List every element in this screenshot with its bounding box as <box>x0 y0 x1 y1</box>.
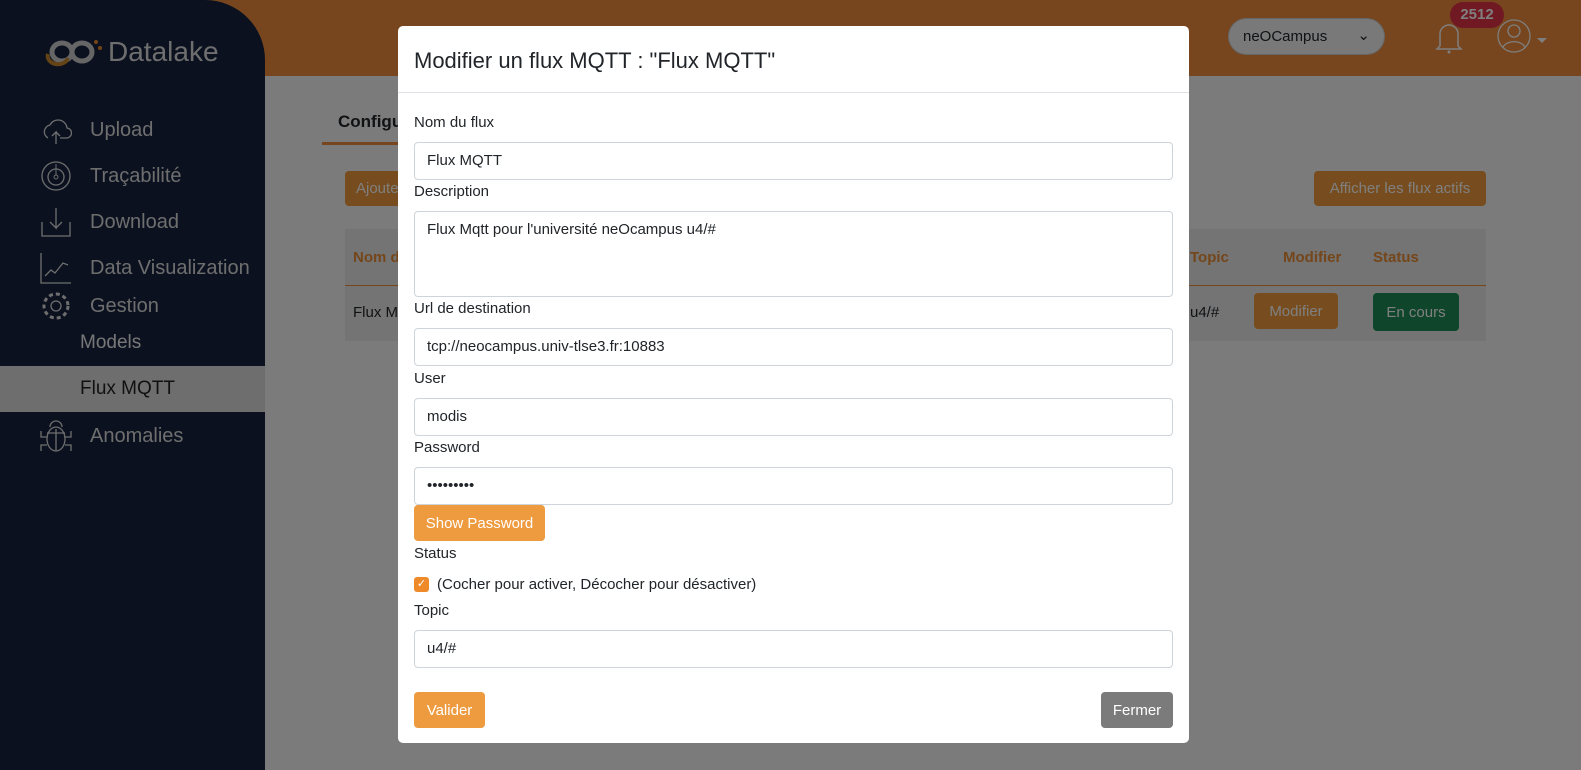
user-label: User <box>414 370 446 387</box>
modal-title: Modifier un flux MQTT : "Flux MQTT" <box>398 26 1189 93</box>
url-label: Url de destination <box>414 300 531 317</box>
submit-button[interactable]: Valider <box>414 692 485 728</box>
close-button[interactable]: Fermer <box>1101 692 1173 728</box>
topic-input[interactable]: u4/# <box>414 630 1173 668</box>
user-input[interactable]: modis <box>414 398 1173 436</box>
name-input[interactable]: Flux MQTT <box>414 142 1173 180</box>
password-label: Password <box>414 439 480 456</box>
topic-label: Topic <box>414 602 450 619</box>
status-checkbox[interactable]: ✓ <box>414 577 429 592</box>
url-input[interactable]: tcp://neocampus.univ-tlse3.fr:10883 <box>414 328 1173 366</box>
name-label: Nom du flux <box>414 114 495 131</box>
description-textarea[interactable]: Flux Mqtt pour l'université neOcampus u4… <box>414 211 1173 297</box>
status-label: Status <box>414 545 457 562</box>
description-label: Description <box>414 183 490 200</box>
show-password-button[interactable]: Show Password <box>414 505 545 541</box>
edit-flux-modal: Modifier un flux MQTT : "Flux MQTT" Nom … <box>398 26 1189 743</box>
password-input[interactable]: ••••••••• <box>414 467 1173 505</box>
status-checkbox-label: (Cocher pour activer, Décocher pour désa… <box>437 576 757 593</box>
